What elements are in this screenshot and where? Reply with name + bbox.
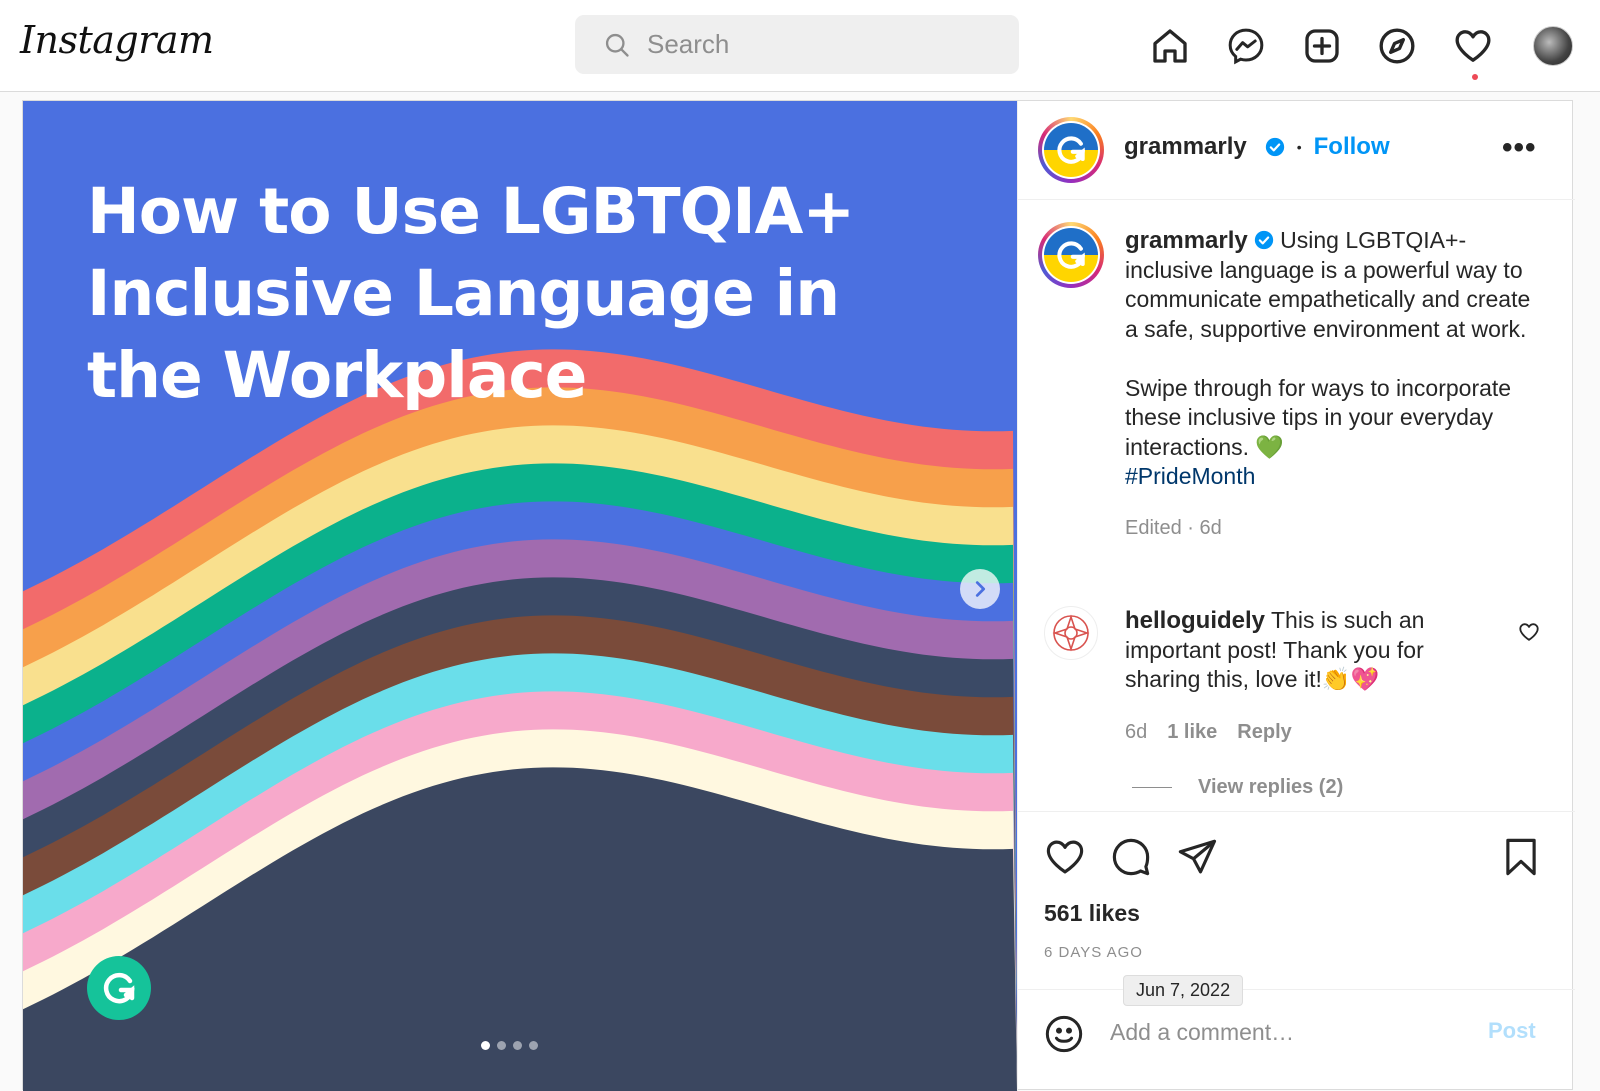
date-tooltip: Jun 7, 2022 — [1123, 975, 1244, 1006]
carousel-next-button[interactable] — [960, 569, 1000, 609]
home-icon[interactable] — [1148, 24, 1192, 68]
comment-time: 6d — [1125, 721, 1148, 743]
post-media[interactable]: How to Use LGBTQIA+ Inclusive Language i… — [23, 101, 1017, 1091]
grammarly-avatar-icon — [1044, 228, 1098, 282]
like-heart-icon[interactable] — [1044, 836, 1086, 878]
instagram-logo[interactable]: Instagram — [20, 18, 214, 62]
post-side-panel: grammarly • Follow ••• grammarly Using L… — [1017, 101, 1575, 1091]
follow-button[interactable]: Follow — [1314, 133, 1390, 161]
hashtag-link[interactable]: #PrideMonth — [1125, 463, 1255, 489]
commenter-avatar[interactable] — [1044, 606, 1098, 660]
replies-divider — [1132, 787, 1172, 788]
explore-icon[interactable] — [1375, 24, 1419, 68]
comment-bubble-icon[interactable] — [1110, 836, 1152, 878]
post-dialog: How to Use LGBTQIA+ Inclusive Language i… — [22, 100, 1575, 1091]
comment-like-heart-icon[interactable] — [1518, 621, 1540, 643]
view-replies-button[interactable]: View replies (2) — [1132, 776, 1343, 799]
view-replies-label[interactable]: View replies (2) — [1198, 776, 1343, 799]
author-avatar[interactable] — [1038, 117, 1104, 183]
media-title: How to Use LGBTQIA+ Inclusive Language i… — [87, 171, 967, 417]
grammarly-logo — [87, 956, 151, 1020]
post-header: grammarly • Follow ••• — [1018, 101, 1575, 200]
activity-heart-icon[interactable] — [1451, 24, 1495, 68]
share-send-icon[interactable] — [1176, 836, 1218, 878]
post-timestamp[interactable]: 6 DAYS AGO — [1044, 944, 1143, 961]
carousel-indicator — [481, 1041, 538, 1050]
guidely-logo-icon — [1052, 614, 1090, 652]
media-title-line: Inclusive Language in — [87, 257, 840, 330]
save-bookmark-icon[interactable] — [1500, 836, 1542, 878]
comment: helloguidely This is such an important p… — [1125, 606, 1485, 695]
search-input[interactable] — [647, 15, 1007, 74]
add-comment-bar: Post — [1018, 989, 1575, 1091]
grammarly-avatar-icon — [1044, 123, 1098, 177]
carousel-dot — [529, 1041, 538, 1050]
post-actions: 561 likes 6 DAYS AGO — [1018, 811, 1575, 989]
caption-username[interactable]: grammarly — [1125, 227, 1248, 254]
comment-reply-button[interactable]: Reply — [1237, 721, 1291, 744]
search-box[interactable] — [575, 15, 1019, 74]
header-separator: • — [1296, 139, 1302, 155]
notification-dot — [1472, 74, 1478, 80]
new-post-icon[interactable] — [1300, 24, 1344, 68]
post-comment-button[interactable]: Post — [1488, 1018, 1536, 1044]
caption-meta: Edited · 6d — [1125, 516, 1222, 539]
carousel-dot — [513, 1041, 522, 1050]
likes-count[interactable]: 561 likes — [1044, 900, 1140, 927]
post-caption: grammarly Using LGBTQIA+-inclusive langu… — [1125, 226, 1535, 543]
media-title-line: the Workplace — [87, 339, 587, 412]
comment-input[interactable] — [1110, 1010, 1470, 1054]
search-icon — [605, 33, 629, 57]
verified-badge-icon — [1254, 230, 1273, 250]
chevron-right-icon — [975, 581, 986, 597]
more-options-icon[interactable]: ••• — [1502, 131, 1537, 165]
caption-text: Swipe through for ways to incorporate th… — [1125, 374, 1512, 460]
verified-badge-icon — [1265, 137, 1284, 157]
carousel-dot — [481, 1041, 490, 1050]
messenger-icon[interactable] — [1224, 24, 1268, 68]
carousel-dot — [497, 1041, 506, 1050]
comment-likes-count[interactable]: 1 like — [1167, 721, 1217, 744]
author-username[interactable]: grammarly — [1124, 133, 1247, 161]
top-navigation-bar: Instagram — [0, 0, 1600, 92]
emoji-picker-icon[interactable] — [1044, 1014, 1084, 1054]
comment-meta: 6d 1 like Reply — [1125, 721, 1292, 744]
caption-avatar[interactable] — [1038, 222, 1104, 288]
profile-avatar[interactable] — [1533, 26, 1573, 66]
commenter-username[interactable]: helloguidely — [1125, 607, 1265, 634]
media-title-line: How to Use LGBTQIA+ — [87, 175, 855, 248]
